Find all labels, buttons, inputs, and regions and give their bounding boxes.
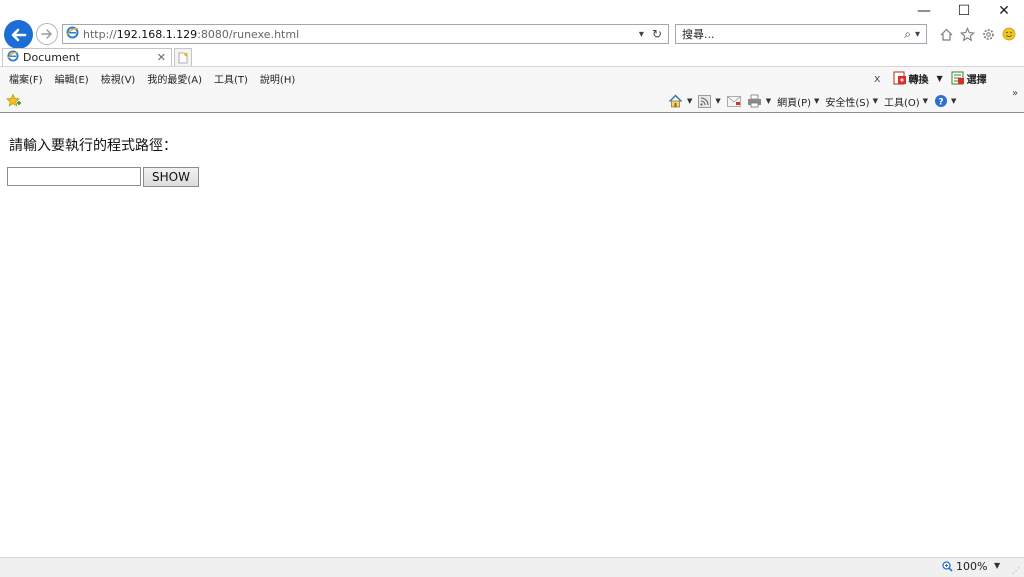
home-button[interactable]: ▼ xyxy=(668,94,692,108)
smiley-icon[interactable] xyxy=(1002,27,1016,41)
address-dropdown-icon[interactable]: ▾ xyxy=(639,29,644,40)
feeds-button[interactable]: ▼ xyxy=(698,94,721,108)
translate-dropdown-icon[interactable]: ▼ xyxy=(937,74,943,83)
toolbar-close-icon[interactable]: x xyxy=(874,72,881,85)
select-button[interactable]: 選擇 xyxy=(951,71,987,86)
program-path-input[interactable] xyxy=(7,167,141,186)
status-bar xyxy=(0,557,1024,577)
zoom-control[interactable]: 100% xyxy=(942,560,987,573)
pdf-convert-icon xyxy=(893,71,906,85)
menu-favorites[interactable]: 我的最愛(A) xyxy=(141,71,208,86)
safety-menu[interactable]: 安全性(S) ▼ xyxy=(825,94,878,109)
url-text[interactable]: http://192.168.1.129:8080/runexe.html xyxy=(83,28,299,41)
help-button[interactable]: ? ▼ xyxy=(934,94,956,108)
mail-button[interactable] xyxy=(726,95,741,107)
minimize-button[interactable]: — xyxy=(904,0,944,22)
mail-icon xyxy=(726,95,741,107)
print-dropdown-icon[interactable]: ▼ xyxy=(766,97,771,105)
translate-button[interactable]: 轉換 ▼ xyxy=(893,71,943,86)
ie-logo-icon xyxy=(66,26,79,42)
path-prompt: 請輸入要執行的程式路徑： xyxy=(9,138,177,154)
tab-title: Document xyxy=(23,51,80,64)
close-window-button[interactable]: ✕ xyxy=(984,0,1024,22)
zoom-level: 100% xyxy=(956,560,988,573)
help-dropdown-icon: ▼ xyxy=(951,97,957,105)
print-button[interactable]: ▼ xyxy=(747,94,771,108)
tab-close-icon[interactable]: ✕ xyxy=(157,51,166,64)
address-bar[interactable]: http://192.168.1.129:8080/runexe.html ▾ … xyxy=(62,24,669,44)
ie-logo-icon xyxy=(7,50,19,65)
tab-document[interactable]: Document ✕ xyxy=(2,48,172,66)
home-dropdown-icon[interactable]: ▼ xyxy=(687,97,692,105)
maximize-button[interactable]: ☐ xyxy=(944,0,984,22)
command-bar-items: ▼ ▼ ▼ 網頁(P) ▼ 安全性(S) ▼ 工具(O) ▼ ? ▼ xyxy=(668,90,956,112)
new-tab-button[interactable] xyxy=(174,48,192,66)
refresh-icon[interactable]: ↻ xyxy=(652,27,662,41)
page-menu-label: 網頁(P) xyxy=(777,97,812,109)
zoom-dropdown-icon[interactable]: ▼ xyxy=(994,561,1000,570)
url-path: :8080/runexe.html xyxy=(197,27,300,41)
safety-dropdown-icon: ▼ xyxy=(872,97,878,105)
search-dropdown-icon[interactable]: ▾ xyxy=(915,29,920,40)
show-button[interactable]: SHOW xyxy=(143,167,199,187)
print-icon xyxy=(747,94,761,108)
star-icon[interactable] xyxy=(960,26,975,42)
address-tools: ▾ ↻ xyxy=(639,27,668,41)
menu-edit[interactable]: 編輯(E) xyxy=(49,71,95,86)
window-controls: — ☐ ✕ xyxy=(904,0,1024,22)
translate-toolbar: x 轉換 ▼ 選擇 xyxy=(874,67,987,89)
svg-text:?: ? xyxy=(938,98,943,108)
search-tools: ⌕ ▾ xyxy=(904,27,926,42)
translate-label: 轉換 xyxy=(908,74,929,86)
help-icon: ? xyxy=(935,95,948,108)
search-bar[interactable]: 搜尋... ⌕ ▾ xyxy=(675,24,927,44)
rss-icon xyxy=(698,94,712,108)
gear-icon[interactable] xyxy=(981,27,996,42)
tools-dropdown-icon: ▼ xyxy=(922,97,929,105)
menu-help[interactable]: 說明(H) xyxy=(254,71,301,86)
url-scheme: http:// xyxy=(83,27,117,41)
menu-tools[interactable]: 工具(T) xyxy=(208,71,254,86)
feeds-dropdown-icon[interactable]: ▼ xyxy=(715,97,720,105)
favorites-star-icon xyxy=(6,93,21,107)
home-icon xyxy=(669,94,682,108)
resize-grip-icon[interactable]: ⋰ xyxy=(1012,566,1020,575)
select-icon xyxy=(951,71,964,85)
zoom-icon xyxy=(942,561,953,572)
select-label: 選擇 xyxy=(966,74,987,86)
forward-arrow-icon xyxy=(41,29,52,39)
url-host: 192.168.1.129 xyxy=(116,27,198,41)
menu-view[interactable]: 檢視(V) xyxy=(95,71,142,86)
search-icon[interactable]: ⌕ xyxy=(904,27,911,42)
new-tab-icon xyxy=(178,52,188,63)
tools-menu-label: 工具(O) xyxy=(883,97,920,109)
search-placeholder: 搜尋... xyxy=(682,28,715,41)
more-commands-icon[interactable]: » xyxy=(1012,88,1018,99)
tools-menu[interactable]: 工具(O) ▼ xyxy=(884,94,928,109)
page-dropdown-icon: ▼ xyxy=(814,97,820,105)
browser-icons xyxy=(939,24,1016,44)
menu-bar: 檔案(F) 編輯(E) 檢視(V) 我的最愛(A) 工具(T) 說明(H) xyxy=(0,67,1024,89)
safety-menu-label: 安全性(S) xyxy=(825,97,870,109)
menu-file[interactable]: 檔案(F) xyxy=(0,71,49,86)
add-favorites-button[interactable] xyxy=(6,93,22,113)
page-menu[interactable]: 網頁(P) ▼ xyxy=(777,94,819,109)
back-arrow-icon xyxy=(11,28,26,41)
home-icon[interactable] xyxy=(939,27,954,42)
forward-button[interactable] xyxy=(36,23,58,45)
back-button[interactable] xyxy=(4,20,33,49)
